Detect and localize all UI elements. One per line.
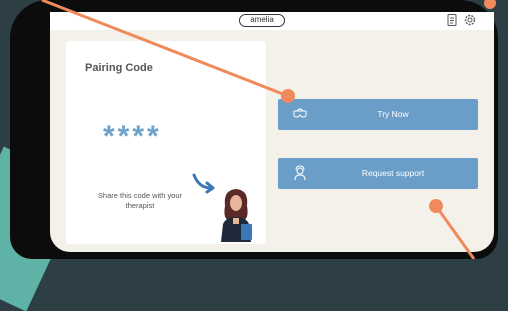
tablet-frame: amelia Pairing Code **** Share this code…: [10, 0, 498, 259]
pairing-code-value: ****: [103, 120, 162, 153]
pairing-code-card: Pairing Code **** Share this code with y…: [66, 41, 266, 244]
document-icon[interactable]: [445, 13, 459, 27]
request-support-button[interactable]: Request support: [278, 158, 478, 189]
vr-headset-icon: [293, 108, 307, 118]
amelia-logo: amelia: [239, 14, 285, 27]
support-agent-icon: [294, 165, 306, 181]
try-now-label: Try Now: [377, 109, 409, 119]
share-instruction: Share this code with your therapist: [97, 191, 183, 210]
top-bar: amelia: [50, 12, 494, 30]
pairing-code-title: Pairing Code: [85, 62, 153, 74]
request-support-label: Request support: [361, 168, 425, 178]
try-now-button[interactable]: Try Now: [278, 99, 478, 130]
annotation-dot-corner: [484, 0, 496, 9]
gear-icon[interactable]: [463, 13, 477, 27]
app-screen: amelia Pairing Code **** Share this code…: [50, 12, 494, 252]
therapist-illustration: [221, 189, 252, 242]
